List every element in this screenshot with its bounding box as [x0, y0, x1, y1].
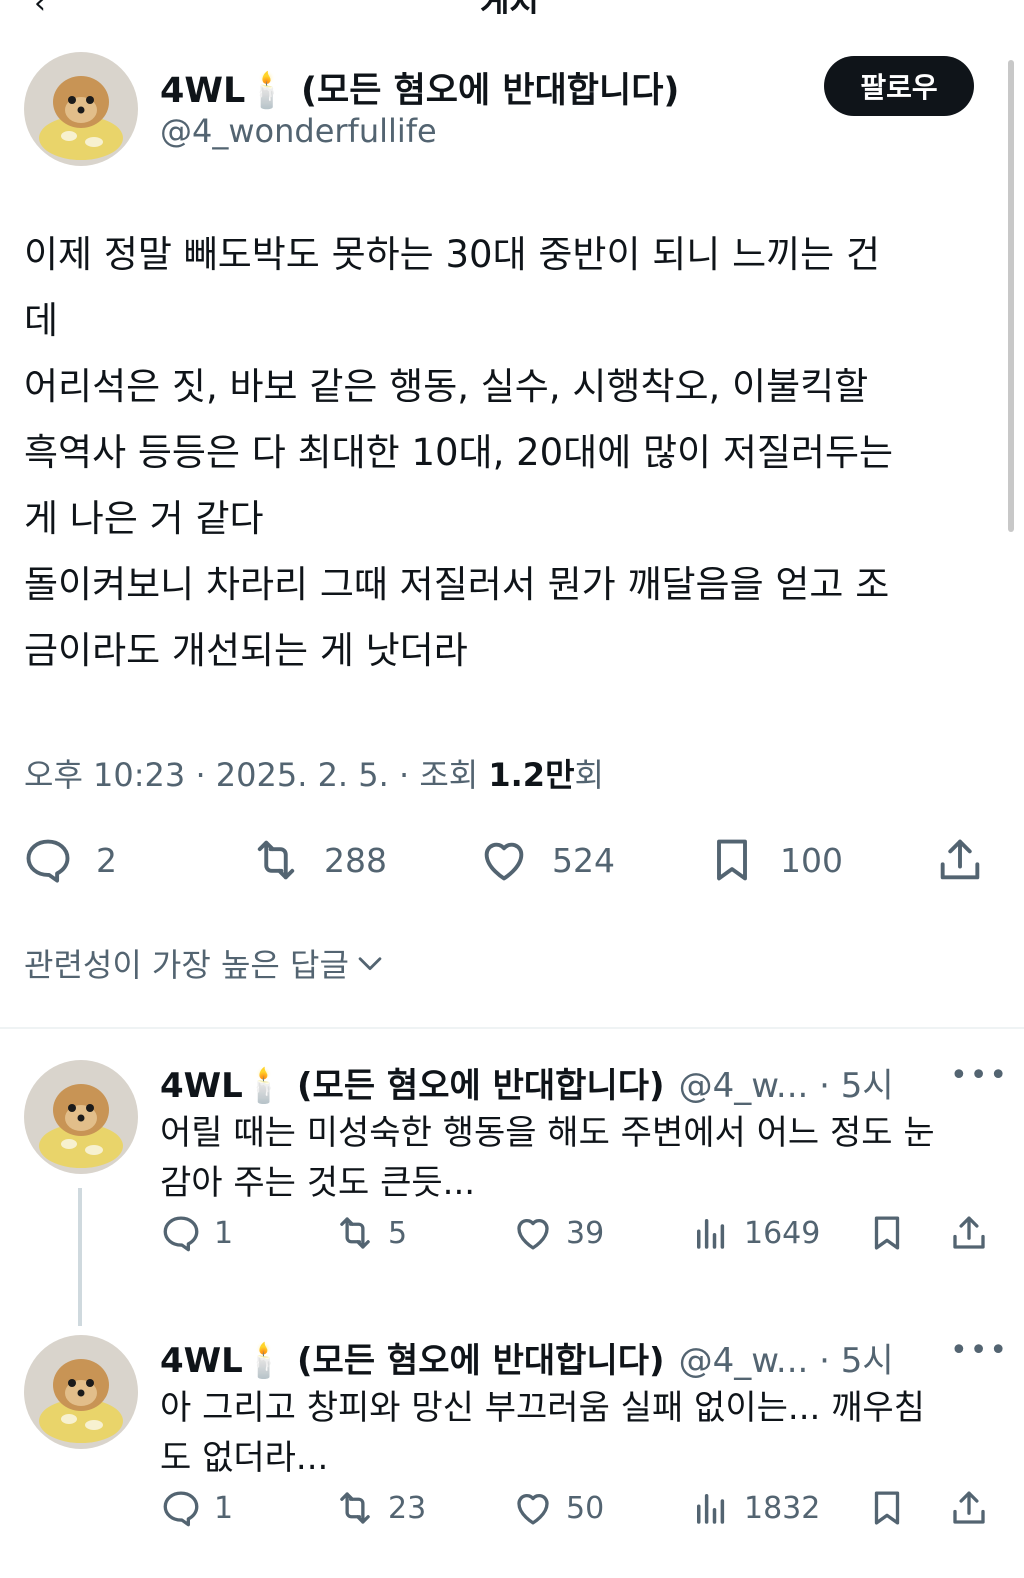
reply-author[interactable]: 4WL🕯️ (모든 혐오에 반대합니다) — [160, 1066, 665, 1106]
bookmark-button[interactable] — [866, 1483, 908, 1533]
tweet-meta: 오후 10:23 · 2025. 2. 5. · 조회 1.2만회 — [24, 750, 604, 796]
tweet-line: 이제 정말 빼도박도 못하는 30대 중반이 되니 느끼는 건 — [24, 233, 881, 276]
more-options-icon[interactable]: ••• — [950, 1058, 1009, 1093]
like-count: 39 — [566, 1215, 605, 1251]
tweet-line: 흑역사 등등은 다 최대한 10대, 20대에 많이 저질러두는 — [24, 431, 894, 474]
reply-count: 1 — [214, 1215, 234, 1251]
bookmark-icon — [717, 839, 747, 881]
retweet-button[interactable]: 23 — [334, 1483, 426, 1533]
chevron-down-icon — [358, 957, 382, 971]
scrollbar[interactable] — [1008, 60, 1014, 532]
comment-icon — [26, 839, 70, 883]
like-button[interactable]: 39 — [512, 1208, 604, 1258]
retweet-icon — [257, 840, 295, 880]
like-button[interactable]: 524 — [478, 828, 615, 892]
heart-icon — [517, 1493, 549, 1525]
share-icon — [953, 1491, 985, 1524]
views-button[interactable]: 1649 — [690, 1208, 820, 1258]
heart-icon — [484, 842, 524, 881]
reply-line: 아 그리고 창피와 망신 부끄러움 실패 없이는... 깨우침 — [160, 1388, 925, 1428]
tweet-line: 데 — [24, 299, 59, 342]
divider — [0, 1027, 1024, 1029]
retweet-icon — [340, 1492, 370, 1524]
views-button[interactable]: 1832 — [690, 1483, 820, 1533]
reply-handle-time[interactable]: @4_w... · 5시 — [679, 1341, 894, 1381]
retweet-count: 23 — [388, 1490, 427, 1526]
reply-handle-time[interactable]: @4_w... · 5시 — [679, 1066, 894, 1106]
tweet-line: 돌이켜보니 차라리 그때 저질러서 뭔가 깨달음을 얻고 조 — [24, 563, 890, 606]
share-button[interactable] — [948, 1208, 990, 1258]
view-count: 1832 — [744, 1490, 821, 1526]
like-button[interactable]: 50 — [512, 1483, 604, 1533]
author-handle[interactable]: @4_wonderfullife — [160, 112, 437, 150]
avatar[interactable] — [24, 52, 138, 166]
reply-line: 감아 주는 것도 큰듯... — [160, 1163, 476, 1203]
bookmark-count: 100 — [780, 840, 843, 880]
reply-header: 4WL🕯️ (모든 혐오에 반대합니다) @4_w... · 5시 — [160, 1333, 894, 1382]
like-count: 50 — [566, 1490, 605, 1526]
reply-sort-dropdown[interactable]: 관련성이 가장 높은 답글 — [24, 940, 387, 986]
like-count: 524 — [552, 840, 615, 880]
reply-text: 어릴 때는 미성숙한 행동을 해도 주변에서 어느 정도 눈 감아 주는 것도 … — [160, 1108, 1000, 1208]
share-icon — [940, 839, 980, 880]
reply-text: 아 그리고 창피와 망신 부끄러움 실패 없이는... 깨우침 도 없더라... — [160, 1383, 1000, 1483]
bookmark-button[interactable]: 100 — [706, 828, 843, 892]
share-button[interactable] — [948, 1483, 990, 1533]
tweet-line: 어리석은 짓, 바보 같은 행동, 실수, 시행착오, 이불킥할 — [24, 365, 869, 408]
tweet-line: 금이라도 개선되는 게 낫더라 — [24, 629, 468, 672]
dog-avatar-icon — [24, 1060, 138, 1174]
retweet-button[interactable]: 5 — [334, 1208, 407, 1258]
page-title: 게시 — [480, 0, 539, 14]
dog-avatar-icon — [24, 52, 138, 166]
view-count: 1.2만 — [488, 756, 575, 794]
retweet-button[interactable]: 288 — [250, 828, 387, 892]
comment-icon — [163, 1216, 199, 1252]
view-count: 1649 — [744, 1215, 821, 1251]
comment-icon — [163, 1491, 199, 1527]
timestamp[interactable]: 오후 10:23 · 2025. 2. 5. · 조회 — [24, 756, 488, 794]
retweet-icon — [340, 1217, 370, 1249]
analytics-icon — [697, 1494, 725, 1524]
more-options-icon[interactable]: ••• — [950, 1333, 1009, 1368]
reply-header: 4WL🕯️ (모든 혐오에 반대합니다) @4_w... · 5시 — [160, 1058, 894, 1107]
reply-count: 1 — [214, 1490, 234, 1526]
author-name[interactable]: 4WL🕯️ (모든 혐오에 반대합니다) — [160, 62, 679, 113]
reply-actions: 1 23 50 1832 — [0, 1483, 1024, 1533]
heart-icon — [517, 1218, 549, 1250]
avatar[interactable] — [24, 1335, 138, 1449]
bookmark-icon — [874, 1216, 900, 1250]
reply-button[interactable]: 2 — [22, 828, 117, 892]
retweet-count: 5 — [388, 1215, 408, 1251]
avatar[interactable] — [24, 1060, 138, 1174]
share-button[interactable] — [934, 828, 986, 892]
bookmark-button[interactable] — [866, 1208, 908, 1258]
tweet-line: 게 나은 거 같다 — [24, 497, 264, 540]
reply-button[interactable]: 1 — [160, 1208, 233, 1258]
tweet-actions: 2 288 524 100 — [0, 828, 1024, 892]
follow-button[interactable]: 팔로우 — [824, 56, 974, 116]
retweet-count: 288 — [324, 840, 387, 880]
reply-sort-label: 관련성이 가장 높은 답글 — [24, 946, 349, 984]
reply-line: 어릴 때는 미성숙한 행동을 해도 주변에서 어느 정도 눈 — [160, 1113, 935, 1153]
reply-count: 2 — [96, 840, 117, 880]
reply-button[interactable]: 1 — [160, 1483, 233, 1533]
view-suffix: 회 — [574, 756, 604, 794]
reply-author[interactable]: 4WL🕯️ (모든 혐오에 반대합니다) — [160, 1341, 665, 1381]
back-arrow-icon[interactable]: ‹ — [34, 0, 46, 14]
reply-actions: 1 5 39 1649 — [0, 1208, 1024, 1258]
bookmark-icon — [874, 1491, 900, 1525]
reply-line: 도 없더라... — [160, 1438, 329, 1478]
tweet-text: 이제 정말 빼도박도 못하는 30대 중반이 되니 느끼는 건 데 어리석은 짓… — [24, 222, 984, 684]
analytics-icon — [697, 1219, 725, 1249]
top-bar: ‹ 게시 — [0, 0, 1024, 14]
dog-avatar-icon — [24, 1335, 138, 1449]
share-icon — [953, 1216, 985, 1249]
